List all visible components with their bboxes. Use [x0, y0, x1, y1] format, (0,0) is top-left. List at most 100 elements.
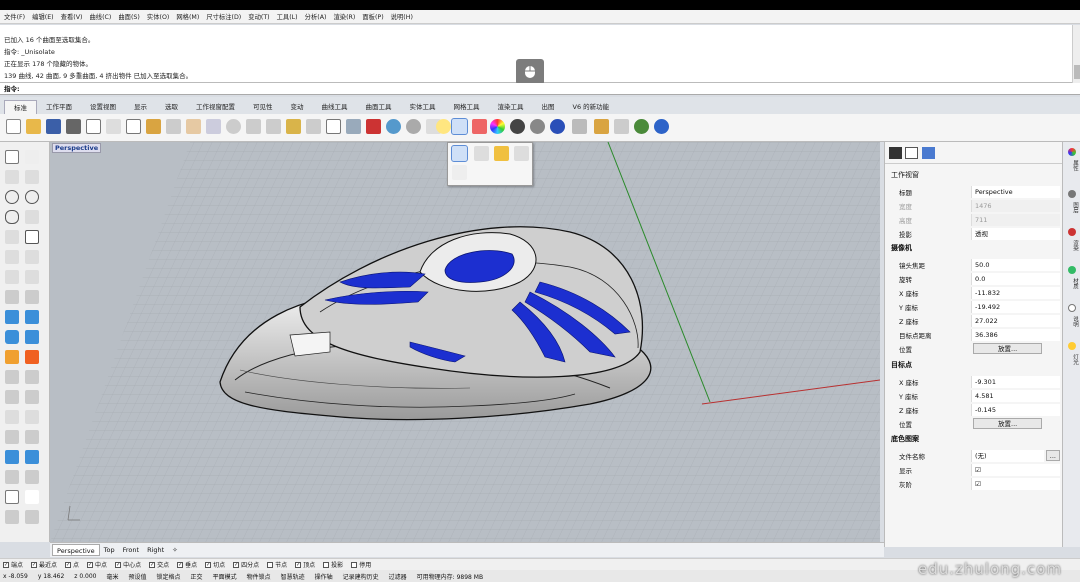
camera-place-button[interactable]: 放置... [973, 343, 1043, 354]
tab-curve-tools[interactable]: 曲线工具 [313, 100, 357, 114]
lock-objects-icon[interactable] [451, 145, 468, 162]
grid-snap-icon[interactable] [406, 119, 421, 134]
analyze-icon[interactable] [5, 470, 19, 484]
select-icon[interactable] [386, 119, 401, 134]
viewport-props-icon[interactable] [905, 147, 918, 159]
camera-icon[interactable] [889, 147, 902, 159]
osnap-quad[interactable]: ✓ 四分点 [233, 560, 259, 569]
projection-select[interactable]: 透视 [971, 227, 1060, 240]
material-sphere-icon[interactable] [530, 119, 545, 134]
side-tab-materials[interactable]: 材质 [1065, 266, 1079, 302]
viewport-tab-top[interactable]: Top [100, 544, 119, 556]
status-grid-snap[interactable]: 锁定格点 [157, 572, 181, 581]
text-icon[interactable] [25, 250, 39, 264]
menu-view[interactable]: 查看(V) [61, 12, 83, 21]
cplane-icon[interactable] [346, 119, 361, 134]
globe-icon[interactable] [634, 119, 649, 134]
target-place-button[interactable]: 放置... [973, 418, 1043, 429]
lock-icon[interactable] [451, 118, 468, 135]
prop-value[interactable]: 27.022 [971, 314, 1060, 327]
color-wheel-icon[interactable] [490, 119, 505, 134]
tab-viewport-layout[interactable]: 工作视窗配置 [187, 100, 244, 114]
status-filter[interactable]: 过滤器 [389, 572, 407, 581]
mesh-icon[interactable] [25, 330, 39, 344]
layout-icon[interactable] [25, 510, 39, 524]
tab-render-tools[interactable]: 渲染工具 [489, 100, 533, 114]
arc-icon[interactable] [25, 190, 39, 204]
tab-new-in-v6[interactable]: V6 的新功能 [564, 100, 619, 114]
menu-transform[interactable]: 变动(T) [248, 12, 269, 21]
side-tab-layers[interactable]: 图层 [1065, 190, 1079, 226]
explode-icon[interactable] [25, 350, 39, 364]
group-icon[interactable] [5, 390, 19, 404]
undo-icon[interactable] [166, 119, 181, 134]
move-icon[interactable] [5, 410, 19, 424]
menu-file[interactable]: 文件(F) [4, 12, 25, 21]
show-checkbox[interactable]: ☑ [971, 463, 1060, 476]
layer-icon[interactable] [472, 119, 487, 134]
tab-visibility[interactable]: 可见性 [244, 100, 282, 114]
zoom-icon[interactable] [226, 119, 241, 134]
help-icon[interactable] [654, 119, 669, 134]
tab-transform[interactable]: 变动 [282, 100, 313, 114]
menu-help[interactable]: 说明(H) [391, 12, 413, 21]
osnap-near[interactable]: ✓ 最近点 [31, 560, 57, 569]
cut-icon[interactable] [106, 119, 121, 134]
osnap-disable[interactable]: 停用 [351, 560, 371, 569]
prop-value[interactable]: 50.0 [971, 258, 1060, 271]
status-gumball[interactable]: 操作轴 [315, 572, 333, 581]
polyline-icon[interactable] [5, 170, 19, 184]
point-icon[interactable] [25, 150, 39, 164]
curve-icon[interactable] [25, 170, 39, 184]
check-icon[interactable] [25, 490, 39, 504]
tab-set-view[interactable]: 设置视图 [81, 100, 125, 114]
menu-curve[interactable]: 曲线(C) [89, 12, 111, 21]
print-icon[interactable] [66, 119, 81, 134]
dimension-icon[interactable] [5, 450, 19, 464]
viewport-tab-right[interactable]: Right [143, 544, 168, 556]
polygon-icon[interactable] [5, 250, 19, 264]
menu-tools[interactable]: 工具(L) [277, 12, 298, 21]
tab-surface-tools[interactable]: 曲面工具 [357, 100, 401, 114]
lock-swap-selection-icon[interactable] [452, 165, 467, 180]
osnap-int[interactable]: ✓ 交点 [149, 560, 169, 569]
osnap-mid[interactable]: ✓ 中点 [87, 560, 107, 569]
prop-value[interactable]: 36.386 [971, 328, 1060, 341]
prop-value[interactable]: -0.145 [971, 403, 1060, 416]
status-ortho[interactable]: 正交 [191, 572, 203, 581]
osnap-project[interactable]: 投影 [323, 560, 343, 569]
tab-drafting[interactable]: 出图 [533, 100, 564, 114]
save-icon[interactable] [46, 119, 61, 134]
osnap-point[interactable]: ✓ 点 [65, 560, 79, 569]
status-layer[interactable]: 预设值 [129, 572, 147, 581]
select-arrow-icon[interactable] [5, 150, 19, 164]
osnap-knot[interactable]: 节点 [267, 560, 287, 569]
menu-dimension[interactable]: 尺寸标注(D) [206, 12, 241, 21]
grid-tool-icon[interactable] [5, 490, 19, 504]
side-tab-lights[interactable]: 灯光 [1065, 342, 1079, 378]
menu-panels[interactable]: 面板(P) [362, 12, 383, 21]
history-scrollbar[interactable] [1072, 25, 1080, 83]
ellipse-icon[interactable] [5, 210, 19, 224]
paste-icon[interactable] [146, 119, 161, 134]
material-props-icon[interactable] [922, 147, 935, 159]
side-tab-render[interactable]: 渲染 [1065, 228, 1079, 264]
viewport-tab-front[interactable]: Front [119, 544, 143, 556]
menu-solid[interactable]: 实体(O) [147, 12, 169, 21]
prop-value[interactable]: Perspective [971, 185, 1060, 198]
rendered-view-icon[interactable] [550, 119, 565, 134]
prop-value[interactable]: 4.581 [971, 389, 1060, 402]
box-solid-icon[interactable] [5, 310, 19, 324]
lock-swap-icon[interactable] [514, 146, 529, 161]
boolean-union-icon[interactable] [5, 350, 19, 364]
sphere-solid-icon[interactable] [25, 310, 39, 324]
copy-tool-icon[interactable] [25, 410, 39, 424]
join-icon[interactable] [25, 390, 39, 404]
distance-icon[interactable] [25, 470, 39, 484]
four-viewports-icon[interactable] [326, 119, 341, 134]
side-tab-help[interactable]: 说明 [1065, 304, 1079, 340]
circle-icon[interactable] [5, 190, 19, 204]
tab-display[interactable]: 显示 [125, 100, 156, 114]
open-folder-icon[interactable] [26, 119, 41, 134]
side-tab-properties[interactable]: 属性 [1065, 148, 1079, 188]
